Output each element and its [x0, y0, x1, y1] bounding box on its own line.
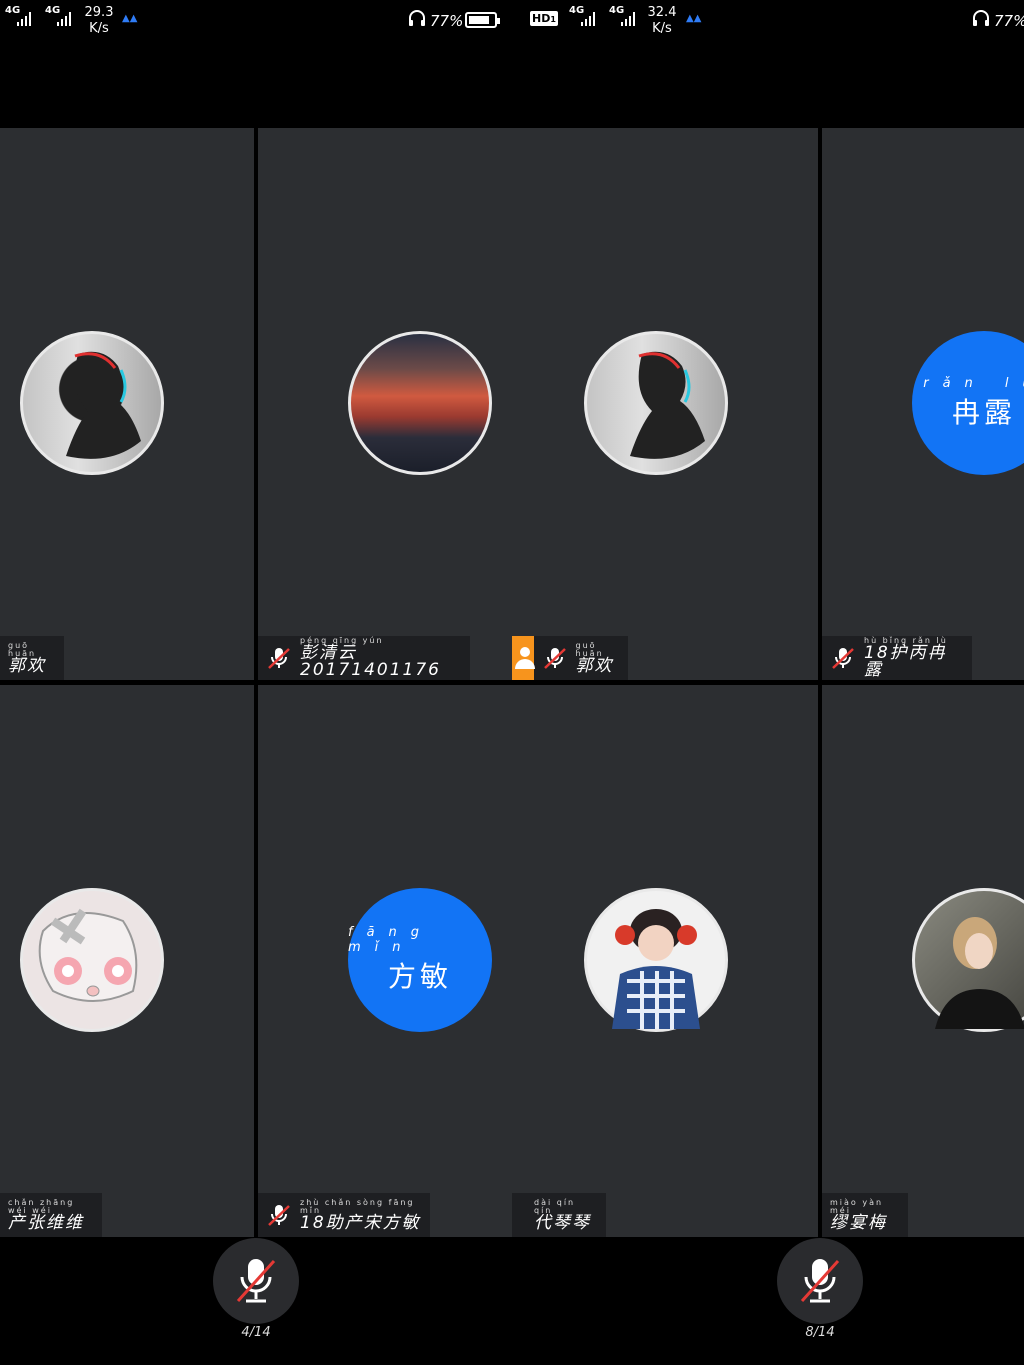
signal-icon: [17, 10, 31, 26]
avatar-sunset-clouds: [348, 331, 492, 475]
participant-name-tag: péng qīng yún 彭清云20171401176: [258, 636, 470, 680]
avatar-glitch-silhouette: [584, 331, 728, 475]
name-text: péng qīng yún 彭清云20171401176: [300, 637, 462, 679]
signal-icon: [57, 10, 71, 26]
participant-tile[interactable]: guō huān 郭欢: [512, 128, 818, 680]
name-text: guō huān 郭欢: [8, 641, 56, 676]
participant-name-tag: hù bǐng rǎn lù 18护丙冉露: [822, 636, 972, 680]
participant-tile[interactable]: guō huān 郭欢: [0, 128, 254, 680]
avatar-pinyin: rǎn lù: [923, 375, 1024, 391]
mic-muted-icon: [832, 648, 854, 669]
avatar-anime-girl: [20, 888, 164, 1032]
headphones-icon: [409, 10, 425, 26]
participant-name: 18护丙冉露: [864, 643, 947, 680]
participant-tile[interactable]: dài qín qín 代琴琴: [512, 685, 818, 1237]
battery-icon: [465, 12, 500, 28]
net-speed-unit: K/s: [652, 21, 672, 36]
participant-tile[interactable]: chǎn zhāng wéi wéi 产张维维: [0, 685, 254, 1237]
net-speed-value: 29.3: [84, 5, 114, 20]
name-text: chǎn zhāng wéi wéi 产张维维: [8, 1198, 94, 1233]
status-bar-left: 4G 4G 29.3 K/s ▲▲ 77%: [0, 0, 512, 40]
avatar-text: 方敏: [387, 960, 452, 993]
participant-name-tag: guō huān 郭欢: [512, 636, 628, 680]
signal-icon: [621, 10, 635, 26]
participant-name: 郭欢: [575, 655, 614, 676]
participant-name-tag: chǎn zhāng wéi wéi 产张维维: [0, 1193, 102, 1237]
participant-tile[interactable]: péng qīng yún 彭清云20171401176: [258, 128, 512, 680]
name-text: miào yàn méi 缪宴梅: [830, 1198, 900, 1233]
mic-muted-icon: [800, 1259, 840, 1303]
name-text: hù bǐng rǎn lù 18护丙冉露: [864, 637, 964, 679]
avatar-initials: rǎn lù 冉露: [912, 331, 1024, 475]
mic-toggle-button[interactable]: [213, 1238, 299, 1324]
status-bar-right: HD1 4G 4G 32.4 K/s ▲▲ 77%: [512, 0, 1024, 40]
signal-icon: [581, 10, 595, 26]
mic-muted-icon: [236, 1259, 276, 1303]
participant-name-tag: guō huān 郭欢: [0, 636, 64, 680]
participant-name-tag: miào yàn méi 缪宴梅: [822, 1193, 908, 1237]
mic-toggle-button[interactable]: [777, 1238, 863, 1324]
avatar-pinyin: fāng mǐn: [348, 925, 434, 955]
hd-label: HD: [532, 12, 551, 25]
name-text: dài qín qín 代琴琴: [534, 1198, 598, 1233]
participant-name: 彭清云20171401176: [300, 643, 441, 680]
avatar-girl-tomatoes: [584, 888, 728, 1032]
participant-tile[interactable]: fāng mǐn 方敏 zhù chǎn sòng fāng mǐn 18助产宋…: [258, 685, 512, 1237]
headphones-icon: [973, 10, 989, 26]
avatar-blonde-portrait: [912, 888, 1024, 1032]
participant-name: 代琴琴: [534, 1212, 591, 1233]
page-indicator: 4/14: [241, 1325, 271, 1340]
name-text: guō huān 郭欢: [575, 641, 620, 676]
hd-sim: 1: [550, 15, 556, 24]
avatar-text: 冉露: [951, 395, 1016, 429]
participant-tile[interactable]: rǎn lù 冉露 hù bǐng rǎn lù 18护丙冉露: [822, 128, 1024, 680]
hd-voice-icon: HD1: [530, 11, 558, 26]
battery-percent: 77%: [994, 12, 1024, 30]
net-speed-value: 32.4: [647, 5, 677, 20]
mic-muted-icon: [268, 648, 290, 669]
participant-name: 缪宴梅: [830, 1212, 887, 1233]
wifi-icon: ▲▲: [686, 13, 702, 24]
net-speed-unit: K/s: [89, 21, 109, 36]
mic-muted-icon: [543, 648, 566, 669]
name-text: zhù chǎn sòng fāng mǐn 18助产宋方敏: [300, 1198, 422, 1233]
participant-name: 郭欢: [8, 655, 46, 676]
host-badge-icon: [512, 636, 535, 680]
mic-muted-icon: [268, 1205, 290, 1226]
participant-name-tag: zhù chǎn sòng fāng mǐn 18助产宋方敏: [258, 1193, 430, 1237]
avatar-initials: fāng mǐn 方敏: [348, 888, 492, 1032]
participant-name: 产张维维: [8, 1212, 84, 1233]
page-indicator: 8/14: [805, 1325, 835, 1340]
participant-name-tag: dài qín qín 代琴琴: [512, 1193, 606, 1237]
participant-name: 18助产宋方敏: [300, 1212, 421, 1233]
battery-percent: 77%: [430, 12, 464, 30]
avatar-glitch-silhouette: [20, 331, 164, 475]
wifi-icon: ▲▲: [122, 13, 138, 24]
participant-tile[interactable]: miào yàn méi 缪宴梅: [822, 685, 1024, 1237]
